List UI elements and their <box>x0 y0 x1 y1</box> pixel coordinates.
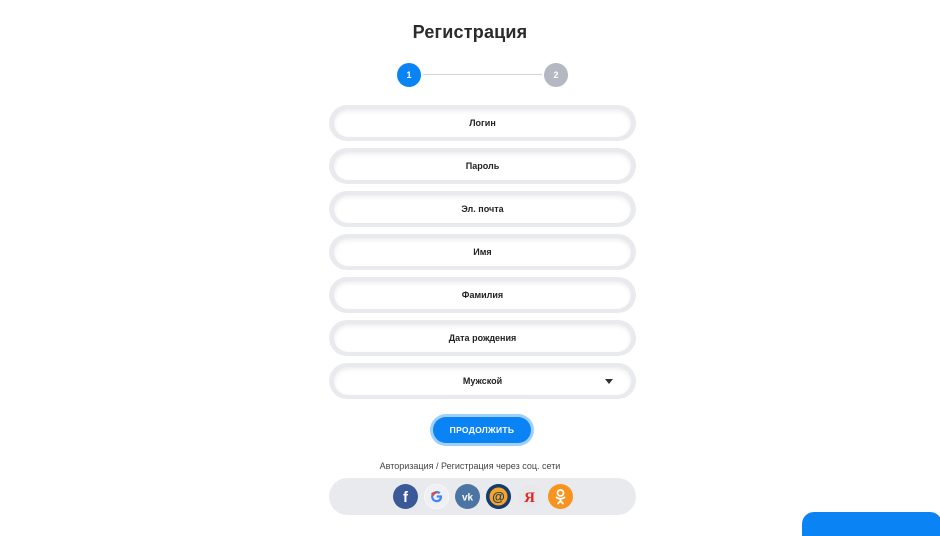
social-login-text: Авторизация / Регистрация через соц. сет… <box>379 461 561 471</box>
first-name-input[interactable] <box>334 238 631 266</box>
last-name-input[interactable] <box>334 281 631 309</box>
svg-text:Я: Я <box>524 490 535 506</box>
page-title: Регистрация <box>412 22 528 42</box>
chat-widget-button[interactable] <box>802 512 940 536</box>
email-field-wrapper <box>329 191 636 227</box>
google-icon[interactable] <box>423 484 449 509</box>
odnoklassniki-icon[interactable] <box>547 484 573 509</box>
last-name-field-wrapper <box>329 277 636 313</box>
password-field-wrapper <box>329 148 636 184</box>
email-input[interactable] <box>334 195 631 223</box>
gender-select[interactable]: Мужской <box>334 367 631 395</box>
continue-button-wrapper: ПРОДОЛЖИТЬ <box>430 414 534 446</box>
step-2-indicator: 2 <box>544 63 568 87</box>
login-input[interactable] <box>334 109 631 137</box>
first-name-field-wrapper <box>329 234 636 270</box>
chevron-down-icon <box>605 379 613 384</box>
continue-button[interactable]: ПРОДОЛЖИТЬ <box>433 417 531 443</box>
svg-text:@: @ <box>492 489 505 504</box>
svg-text:vk: vk <box>461 493 473 504</box>
yandex-icon[interactable]: Я <box>516 484 542 509</box>
gender-field-wrapper: Мужской <box>329 363 636 399</box>
vk-icon[interactable]: vk <box>454 484 480 509</box>
facebook-icon[interactable]: f <box>392 484 418 509</box>
step-1-indicator: 1 <box>397 63 421 87</box>
social-login-bar: f vk @ Я <box>329 478 636 515</box>
birthdate-input[interactable] <box>334 324 631 352</box>
gender-select-value: Мужской <box>462 376 503 386</box>
login-field-wrapper <box>329 105 636 141</box>
step-progress-line <box>423 74 542 75</box>
birthdate-field-wrapper <box>329 320 636 356</box>
svg-text:f: f <box>403 489 409 506</box>
mail-ru-icon[interactable]: @ <box>485 484 511 509</box>
password-input[interactable] <box>334 152 631 180</box>
